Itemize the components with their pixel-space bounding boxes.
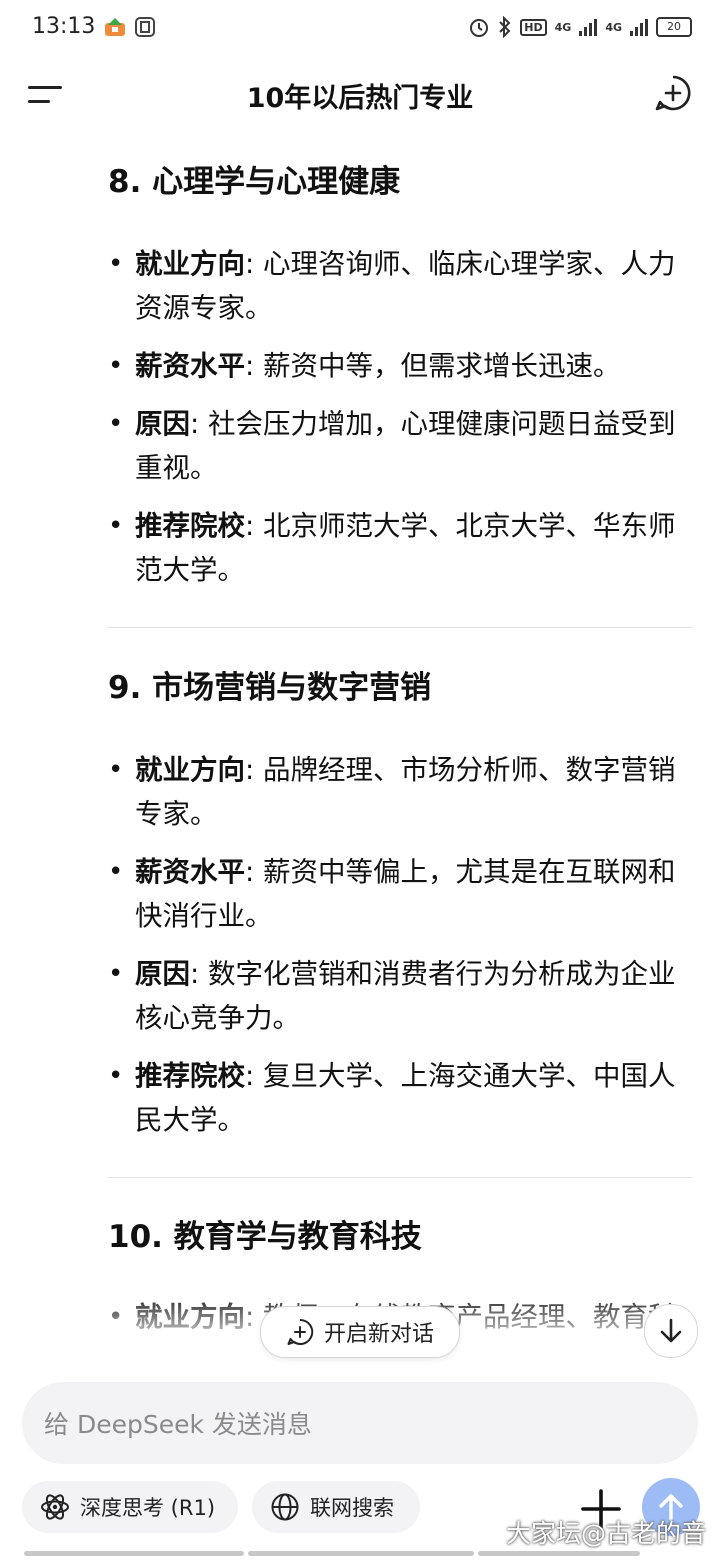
list-item: 原因: 数字化营销和消费者行为分析成为企业核心竞争力。 xyxy=(108,952,692,1040)
scroll-down-button[interactable] xyxy=(644,1304,698,1358)
gesture-bar xyxy=(248,1551,474,1556)
section-title: 10. 教育学与教育科技 xyxy=(108,1219,422,1255)
message-input-box[interactable] xyxy=(22,1382,698,1464)
item-label: 推荐院校 xyxy=(135,510,245,542)
item-text: : 数字化营销和消费者行为分析成为企业核心竞争力。 xyxy=(135,958,676,1034)
item-label: 原因 xyxy=(135,408,190,440)
alarm-icon xyxy=(470,19,489,37)
status-bar: 13:13 HD 4G 4G 20 xyxy=(0,0,720,58)
hd-label: HD xyxy=(520,18,547,36)
new-chat-icon[interactable] xyxy=(654,74,692,112)
network-label: 4G xyxy=(605,20,622,34)
list-item: 就业方向: 心理咨询师、临床心理学家、人力资源专家。 xyxy=(108,242,692,330)
item-label: 薪资水平 xyxy=(135,350,245,382)
bullet-list: 就业方向: 品牌经理、市场分析师、数字营销专家。 薪资水平: 薪资中等偏上，尤其… xyxy=(108,748,692,1142)
arrow-down-icon xyxy=(660,1318,682,1343)
status-indicators: HD 4G 4G 20 xyxy=(468,16,692,38)
deep-think-label: 深度思考 (R1) xyxy=(80,1496,216,1520)
status-time: 13:13 xyxy=(32,14,96,39)
list-item: 原因: 社会压力增加，心理健康问题日益受到重视。 xyxy=(108,402,692,490)
battery-icon: 20 xyxy=(656,17,692,37)
item-label: 原因 xyxy=(135,958,190,990)
new-chat-label: 开启新对话 xyxy=(323,1322,434,1347)
web-search-label: 联网搜索 xyxy=(310,1496,394,1520)
bullet-list: 就业方向: 心理咨询师、临床心理学家、人力资源专家。 薪资水平: 薪资中等，但需… xyxy=(108,242,692,592)
chat-plus-icon xyxy=(287,1318,314,1345)
item-text: : 薪资中等，但需求增长迅速。 xyxy=(245,350,621,382)
section-title: 9. 市场营销与数字营销 xyxy=(108,670,432,706)
list-item: 薪资水平: 薪资中等，但需求增长迅速。 xyxy=(108,344,692,388)
section-divider xyxy=(108,627,692,628)
deep-think-button[interactable]: 深度思考 (R1) xyxy=(22,1481,238,1533)
list-item: 就业方向: 品牌经理、市场分析师、数字营销专家。 xyxy=(108,748,692,836)
network-label: 4G xyxy=(554,20,572,34)
atom-icon xyxy=(41,1494,69,1520)
page-title: 10年以后热门专业 xyxy=(246,83,474,114)
item-label: 就业方向 xyxy=(135,248,245,280)
item-label: 就业方向 xyxy=(135,754,245,786)
gesture-bar xyxy=(24,1551,244,1556)
section-divider xyxy=(108,1177,692,1178)
bluetooth-icon xyxy=(499,16,511,38)
app-notification-icon xyxy=(135,17,155,37)
list-item: 推荐院校: 复旦大学、上海交通大学、中国人民大学。 xyxy=(108,1054,692,1142)
item-text: : 社会压力增加，心理健康问题日益受到重视。 xyxy=(135,408,676,484)
item-label: 就业方向 xyxy=(135,1301,245,1333)
answer-section: 9. 市场营销与数字营销 就业方向: 品牌经理、市场分析师、数字营销专家。 薪资… xyxy=(108,666,692,1142)
web-search-button[interactable]: 联网搜索 xyxy=(252,1481,420,1533)
item-label: 薪资水平 xyxy=(135,856,245,888)
chat-content: 8. 心理学与心理健康 就业方向: 心理咨询师、临床心理学家、人力资源专家。 薪… xyxy=(0,140,720,1370)
app-notification-icon xyxy=(105,18,125,36)
item-label: 推荐院校 xyxy=(135,1060,245,1092)
gesture-bar xyxy=(478,1551,640,1556)
signal-icon xyxy=(579,18,598,36)
section-title: 8. 心理学与心理健康 xyxy=(108,164,401,200)
message-input[interactable] xyxy=(42,1402,666,1446)
app-header: 10年以后热门专业 xyxy=(0,58,720,132)
globe-icon xyxy=(271,1493,299,1521)
signal-icon xyxy=(630,18,648,36)
list-item: 推荐院校: 北京师范大学、北京大学、华东师范大学。 xyxy=(108,504,692,592)
watermark: 大家坛@古老的音 xyxy=(505,1519,706,1548)
new-chat-button[interactable]: 开启新对话 xyxy=(260,1306,460,1358)
notification-icons xyxy=(104,16,156,38)
list-item: 薪资水平: 薪资中等偏上，尤其是在互联网和快消行业。 xyxy=(108,850,692,938)
answer-section: 8. 心理学与心理健康 就业方向: 心理咨询师、临床心理学家、人力资源专家。 薪… xyxy=(108,160,692,592)
